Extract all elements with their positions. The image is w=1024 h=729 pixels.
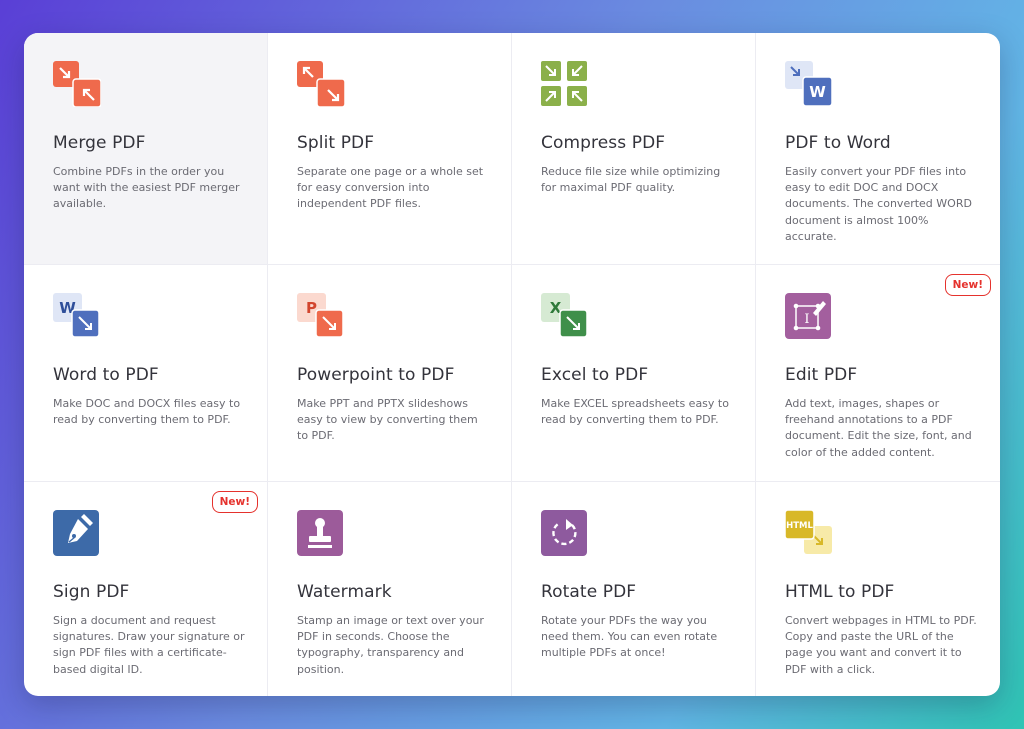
split-icon <box>297 61 345 107</box>
tool-card-rotate-pdf[interactable]: Rotate PDF Rotate your PDFs the way you … <box>512 482 756 696</box>
word-letter: W <box>809 83 826 101</box>
tool-description: Stamp an image or text over your PDF in … <box>297 614 484 676</box>
tools-panel: Merge PDF Combine PDFs in the order you … <box>24 33 1000 696</box>
rotate-icon <box>541 510 589 556</box>
tool-description: Separate one page or a whole set for eas… <box>297 165 484 211</box>
tool-title: Watermark <box>297 582 392 602</box>
sign-pdf-icon <box>53 510 101 556</box>
tool-card-watermark[interactable]: Watermark Stamp an image or text over yo… <box>268 482 512 696</box>
tool-card-pdf-to-word[interactable]: W PDF to Word Easily convert your PDF fi… <box>756 33 1000 265</box>
tool-description: Reduce file size while optimizing for ma… <box>541 165 721 195</box>
tool-card-split-pdf[interactable]: Split PDF Separate one page or a whole s… <box>268 33 512 265</box>
tool-description: Add text, images, shapes or freehand ann… <box>785 397 972 459</box>
new-badge: New! <box>211 491 258 513</box>
excel-to-pdf-icon: X <box>541 293 589 339</box>
tool-description: Make DOC and DOCX files easy to read by … <box>53 397 241 427</box>
tool-title: Rotate PDF <box>541 582 637 602</box>
tool-card-powerpoint-to-pdf[interactable]: P Powerpoint to PDF Make PPT and PPTX sl… <box>268 265 512 482</box>
tool-card-html-to-pdf[interactable]: HTML HTML to PDF Convert webpages in HTM… <box>756 482 1000 696</box>
tool-card-edit-pdf[interactable]: New! I Edit PDF Add text, images, shapes… <box>756 265 1000 482</box>
pdf-to-word-icon: W <box>785 61 833 107</box>
tool-title: Sign PDF <box>53 582 130 602</box>
tool-card-sign-pdf[interactable]: New! Sign PDF Sign a document and reques… <box>24 482 268 696</box>
html-to-pdf-icon: HTML <box>785 510 833 556</box>
tool-title: HTML to PDF <box>785 582 895 602</box>
tool-card-excel-to-pdf[interactable]: X Excel to PDF Make EXCEL spreadsheets e… <box>512 265 756 482</box>
tool-title: Excel to PDF <box>541 365 649 385</box>
powerpoint-to-pdf-icon: P <box>297 293 345 339</box>
tool-title: Compress PDF <box>541 133 666 153</box>
compress-icon <box>541 61 589 107</box>
tool-title: Powerpoint to PDF <box>297 365 455 385</box>
tool-description: Make PPT and PPTX slideshows easy to vie… <box>297 397 478 443</box>
tool-card-compress-pdf[interactable]: Compress PDF Reduce file size while opti… <box>512 33 756 265</box>
tool-description: Easily convert your PDF files into easy … <box>785 165 972 243</box>
html-label: HTML <box>786 521 813 531</box>
edit-pdf-icon: I <box>785 293 833 339</box>
tool-description: Make EXCEL spreadsheets easy to read by … <box>541 397 729 427</box>
tool-title: Word to PDF <box>53 365 159 385</box>
tool-description: Rotate your PDFs the way you need them. … <box>541 614 718 660</box>
edit-letter: I <box>804 312 809 327</box>
word-to-pdf-icon: W <box>53 293 101 339</box>
tool-title: Merge PDF <box>53 133 146 153</box>
tool-card-merge-pdf[interactable]: Merge PDF Combine PDFs in the order you … <box>24 33 268 265</box>
tool-description: Convert webpages in HTML to PDF. Copy an… <box>785 614 977 676</box>
new-badge: New! <box>944 274 991 296</box>
merge-icon <box>53 61 101 107</box>
tool-title: PDF to Word <box>785 133 891 153</box>
tool-card-word-to-pdf[interactable]: W Word to PDF Make DOC and DOCX files ea… <box>24 265 268 482</box>
tool-description: Combine PDFs in the order you want with … <box>53 165 240 211</box>
tool-title: Edit PDF <box>785 365 858 385</box>
watermark-icon <box>297 510 345 556</box>
tool-description: Sign a document and request signatures. … <box>53 614 245 676</box>
tool-title: Split PDF <box>297 133 375 153</box>
